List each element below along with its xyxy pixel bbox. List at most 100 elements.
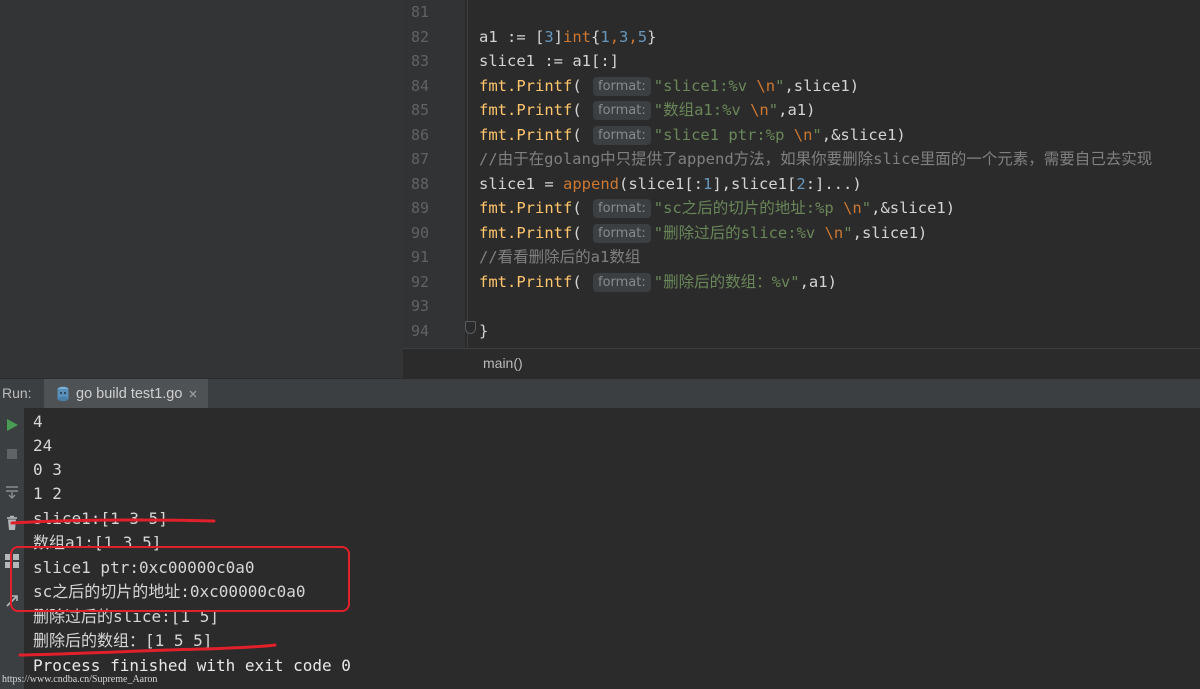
code-package: fmt. [479,125,517,144]
code-token: ( [572,272,591,291]
parameter-hint: format: [593,101,651,120]
code-package: fmt. [479,101,517,119]
code-token: slice1 = [479,174,563,193]
code-string: "slice1 ptr:%p [653,125,794,144]
line-number: 88 [410,174,429,193]
code-line[interactable]: slice1 = append(slice1[:1],slice1[2:]...… [479,172,862,197]
code-function: Printf [516,272,573,291]
code-line[interactable]: fmt.Printf( format: "数组a1:%v \n",a1) [479,98,815,123]
parameter-hint: format: [593,125,651,145]
code-token: , [609,27,620,46]
fold-marker-icon[interactable] [465,321,476,334]
code-token: ,&slice1) [821,125,906,144]
code-escape: \n [843,199,862,217]
code-line[interactable]: fmt.Printf( format: "删除过后的slice:%v \n",sl… [479,221,927,246]
code-function: Printf [516,223,573,242]
line-number: 81 [410,3,429,21]
code-token: ( [572,223,591,242]
code-string: "数组a1:%v [653,101,751,119]
line-number: 87 [410,150,429,168]
parameter-hint: format: [593,223,651,243]
code-token: , [628,27,638,46]
code-package: fmt. [479,272,517,291]
scroll-to-end-icon[interactable] [3,483,21,501]
breadcrumb-bar: main() [403,348,1200,379]
code-string: " [843,223,853,242]
code-line[interactable]: } [479,319,488,344]
line-number: 89 [410,199,429,217]
code-token: } [479,321,489,340]
line-number: 83 [410,52,429,70]
parameter-hint: format: [593,199,651,218]
go-file-icon [57,386,69,402]
line-number: 82 [410,27,429,46]
code-function: Printf [516,101,573,119]
code-token: ] [553,27,564,46]
run-label: Run: [2,385,32,401]
code-token: ,slice1) [852,223,928,242]
run-tool-header: Run: go build test1.go [0,378,1200,409]
line-number: 86 [410,125,429,144]
code-token: ,a1) [778,101,816,119]
code-number: 1 [600,27,610,46]
run-config-tab[interactable]: go build test1.go [44,379,209,409]
line-number: 94 [410,321,429,340]
code-line[interactable]: a1 := [3]int{1,3,5} [479,25,656,50]
red-underline-annotation [18,643,277,657]
line-number: 84 [410,76,429,95]
line-number: 85 [410,101,429,119]
left-panel [0,0,403,378]
code-line[interactable]: fmt.Printf( format: "slice1:%v \n",slice1… [479,74,859,99]
line-number: 90 [410,223,429,242]
code-token: ,&slice1) [871,199,956,217]
code-token: ,slice1) [784,76,860,95]
code-token: ( [572,76,591,95]
code-line[interactable]: fmt.Printf( format: "删除后的数组：%v",a1) [479,270,837,295]
code-string: " [861,199,872,217]
rerun-icon[interactable] [3,416,21,434]
code-token: ( [572,101,591,119]
code-function: Printf [516,76,573,95]
code-token: ( [572,125,591,144]
code-builtin: append [563,174,619,193]
code-line[interactable]: //看看删除后的a1数组 [479,245,640,270]
breadcrumb[interactable]: main() [483,355,523,371]
code-number: 3 [544,27,554,46]
code-escape: \n [793,125,813,144]
parameter-hint: format: [593,76,651,96]
code-string: "删除后的数组：%v" [653,272,800,291]
code-token: ],slice1[ [712,174,797,193]
stop-icon[interactable] [3,445,21,463]
code-string: "sc之后的切片的地址:%p [653,199,844,217]
code-package: fmt. [479,76,517,95]
code-string: " [812,125,822,144]
code-token: slice1 := a1[:] [479,52,619,70]
code-comment: //由于在golang中只提供了append方法，如果你要删除slice里面的一… [479,150,1153,168]
code-token: ( [572,199,591,217]
code-number: 1 [703,174,713,193]
close-icon[interactable] [188,389,198,399]
code-line[interactable]: fmt.Printf( format: "slice1 ptr:%p \n",&s… [479,123,906,148]
gutter-divider [467,0,468,348]
code-line[interactable]: slice1 := a1[:] [479,49,619,74]
code-escape: \n [756,76,776,95]
code-line[interactable]: fmt.Printf( format: "sc之后的切片的地址:%p \n",&s… [479,196,955,221]
code-string: " [768,101,779,119]
red-underline-annotation [10,518,216,525]
code-token: :]...) [805,174,862,193]
console-line: 0 3 [33,460,62,479]
code-function: Printf [516,125,573,144]
code-number: 5 [637,27,648,46]
code-escape: \n [750,101,769,119]
code-escape: \n [824,223,844,242]
watermark-text: https://www.cndba.cn/Supreme_Aaron [2,674,158,685]
code-function: Printf [516,199,573,217]
code-number: 2 [796,174,806,193]
code-string: "slice1:%v [653,76,757,95]
line-number: 93 [410,297,429,315]
code-line[interactable]: //由于在golang中只提供了append方法，如果你要删除slice里面的一… [479,147,1152,172]
red-highlight-box-annotation [10,546,350,612]
code-package: fmt. [479,199,517,217]
console-line: 4 [33,412,43,431]
code-editor[interactable]: 81 82 83 84 85 86 87 88 89 90 91 92 93 9… [0,0,1200,379]
